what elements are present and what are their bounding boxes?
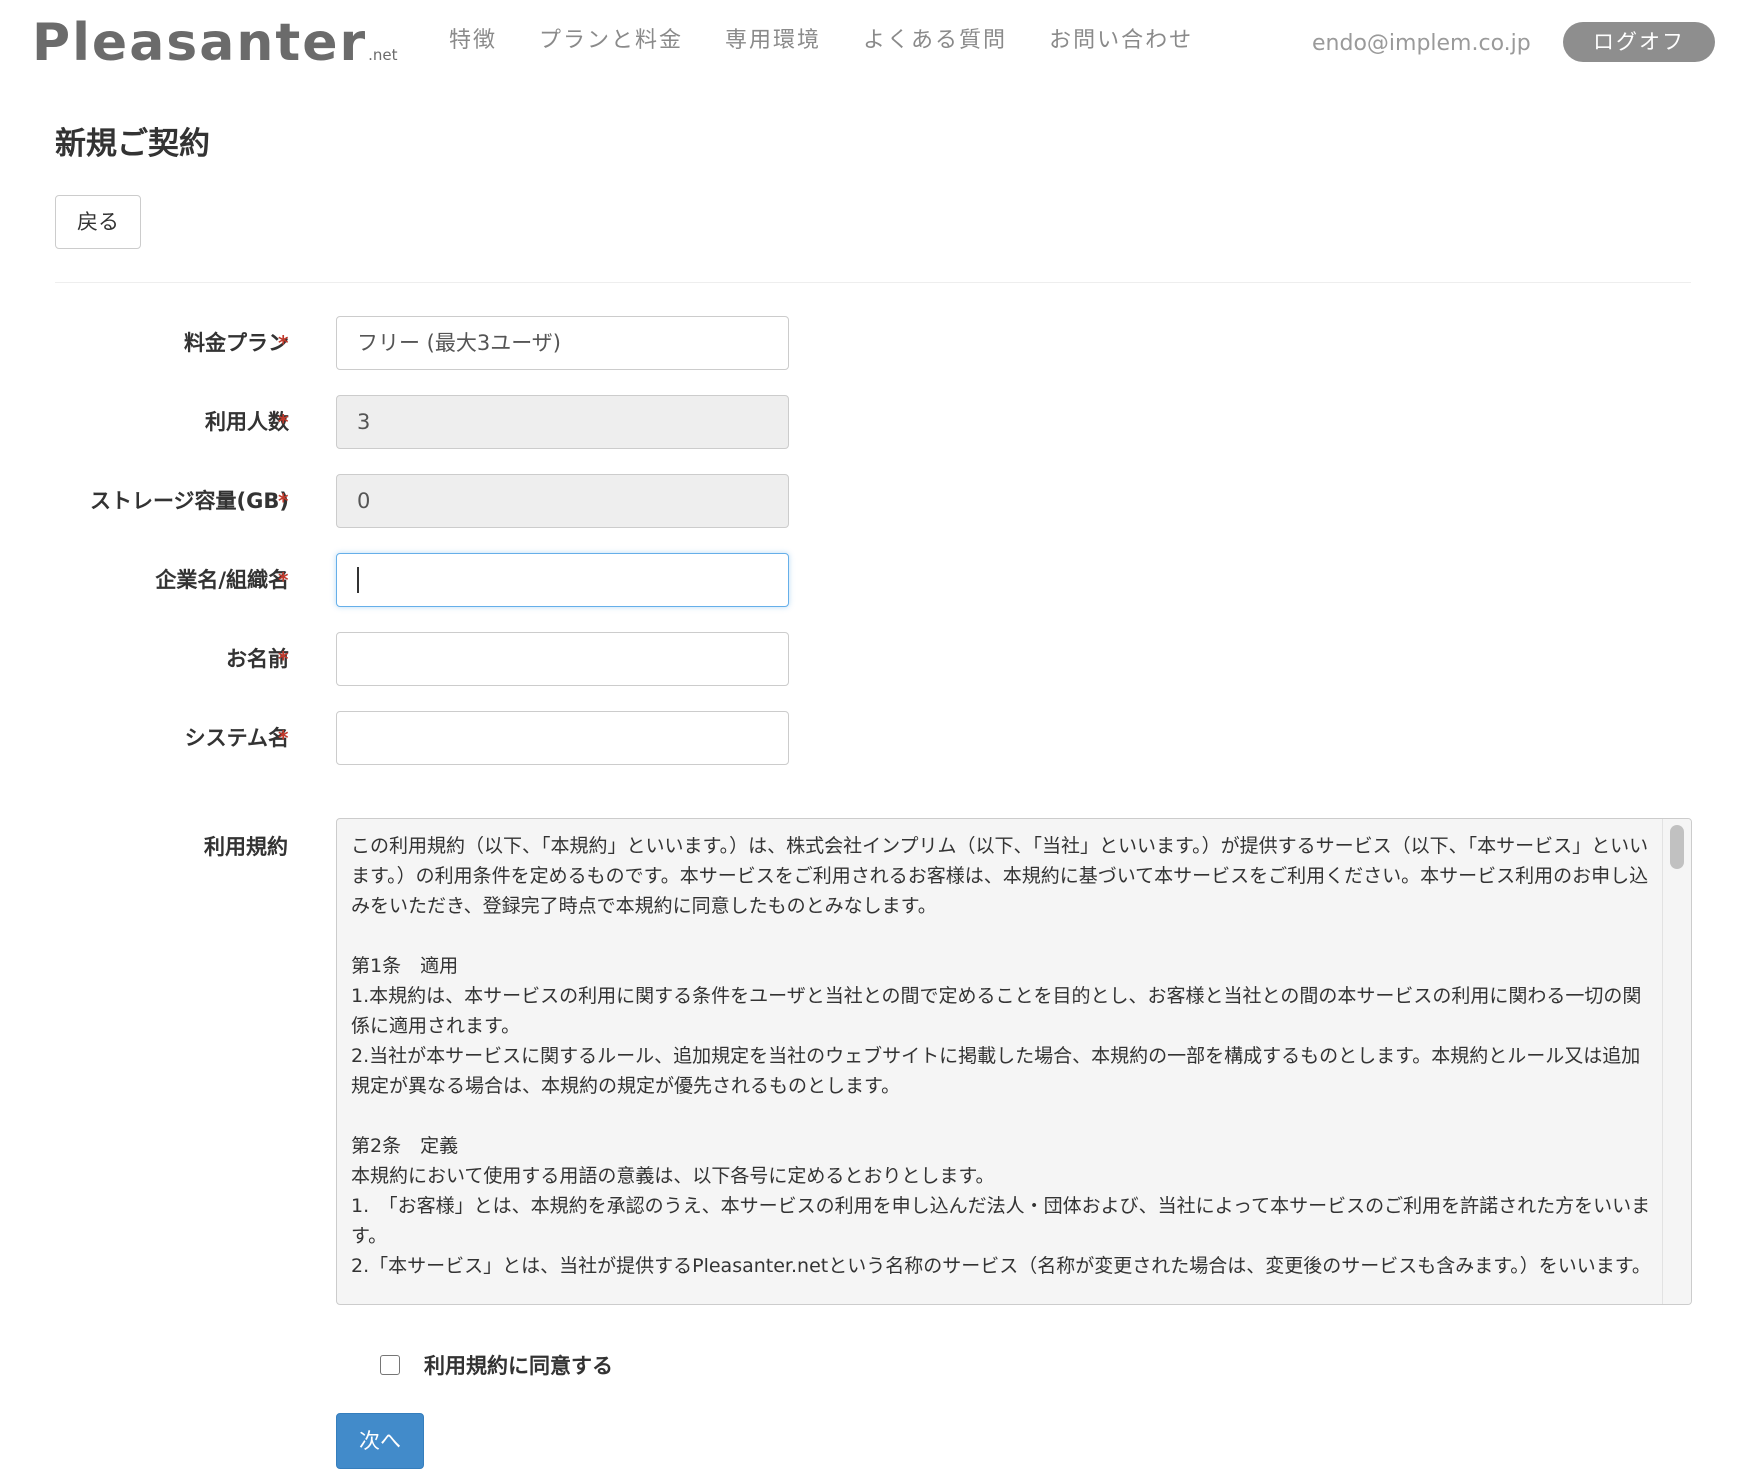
page-title: 新規ご契約 [55,126,210,162]
site-header: Pleasanter.net 特徴 プランと料金 専用環境 よくある質問 お問い… [0,0,1752,90]
required-mark: * [278,489,289,513]
logoff-button[interactable]: ログオフ [1563,22,1715,62]
form-row-plan: 料金プラン * フリー (最大3ユーザ) [0,316,1752,370]
users-label: 利用人数 [205,410,289,434]
site-logo[interactable]: Pleasanter.net [32,12,398,86]
required-mark: * [278,410,289,434]
logo-suffix: .net [368,46,398,64]
agree-row: 利用規約に同意する [380,1348,613,1382]
nav-item-plans-pricing[interactable]: プランと料金 [539,24,683,58]
terms-scrollbar[interactable] [1662,819,1691,1304]
company-label: 企業名/組織名 [155,568,289,592]
form-row-name: お名前 * [0,632,1752,686]
users-field: 3 [336,395,789,449]
required-mark: * [278,568,289,592]
form-row-storage: ストレージ容量(GB) * 0 [0,474,1752,528]
system-label: システム名 [184,726,289,750]
name-input[interactable] [336,632,789,686]
required-mark: * [278,331,289,355]
terms-scrollbar-thumb[interactable] [1670,825,1684,869]
required-mark: * [278,647,289,671]
agree-label[interactable]: 利用規約に同意する [424,1350,613,1380]
plan-select[interactable]: フリー (最大3ユーザ) [336,316,789,370]
system-name-input[interactable] [336,711,789,765]
agree-checkbox[interactable] [380,1355,400,1375]
storage-field: 0 [336,474,789,528]
required-mark: * [278,726,289,750]
terms-text: この利用規約（以下、「本規約」といいます。）は、株式会社インプリム（以下、「当社… [351,835,1651,1277]
text-caret [357,566,359,593]
company-input[interactable] [336,553,789,607]
storage-label: ストレージ容量(GB) [89,489,289,513]
main-nav: 特徴 プランと料金 専用環境 よくある質問 お問い合わせ [449,24,1235,58]
nav-item-features[interactable]: 特徴 [449,24,497,58]
form-row-system: システム名 * [0,711,1752,765]
nav-item-faq[interactable]: よくある質問 [863,24,1007,58]
form-row-users: 利用人数 * 3 [0,395,1752,449]
nav-item-contact[interactable]: お問い合わせ [1049,24,1193,58]
back-button[interactable]: 戻る [55,195,141,249]
plan-label: 料金プラン [184,331,289,355]
user-email: endo@implem.co.jp [1312,31,1531,56]
form-row-company: 企業名/組織名 * [0,553,1752,607]
nav-item-dedicated-environment[interactable]: 専用環境 [725,24,821,58]
terms-label: 利用規約 [204,835,288,859]
logo-text: Pleasanter [32,13,368,73]
divider [55,282,1691,283]
terms-textarea[interactable]: この利用規約（以下、「本規約」といいます。）は、株式会社インプリム（以下、「当社… [336,818,1692,1305]
next-button[interactable]: 次へ [336,1413,424,1469]
